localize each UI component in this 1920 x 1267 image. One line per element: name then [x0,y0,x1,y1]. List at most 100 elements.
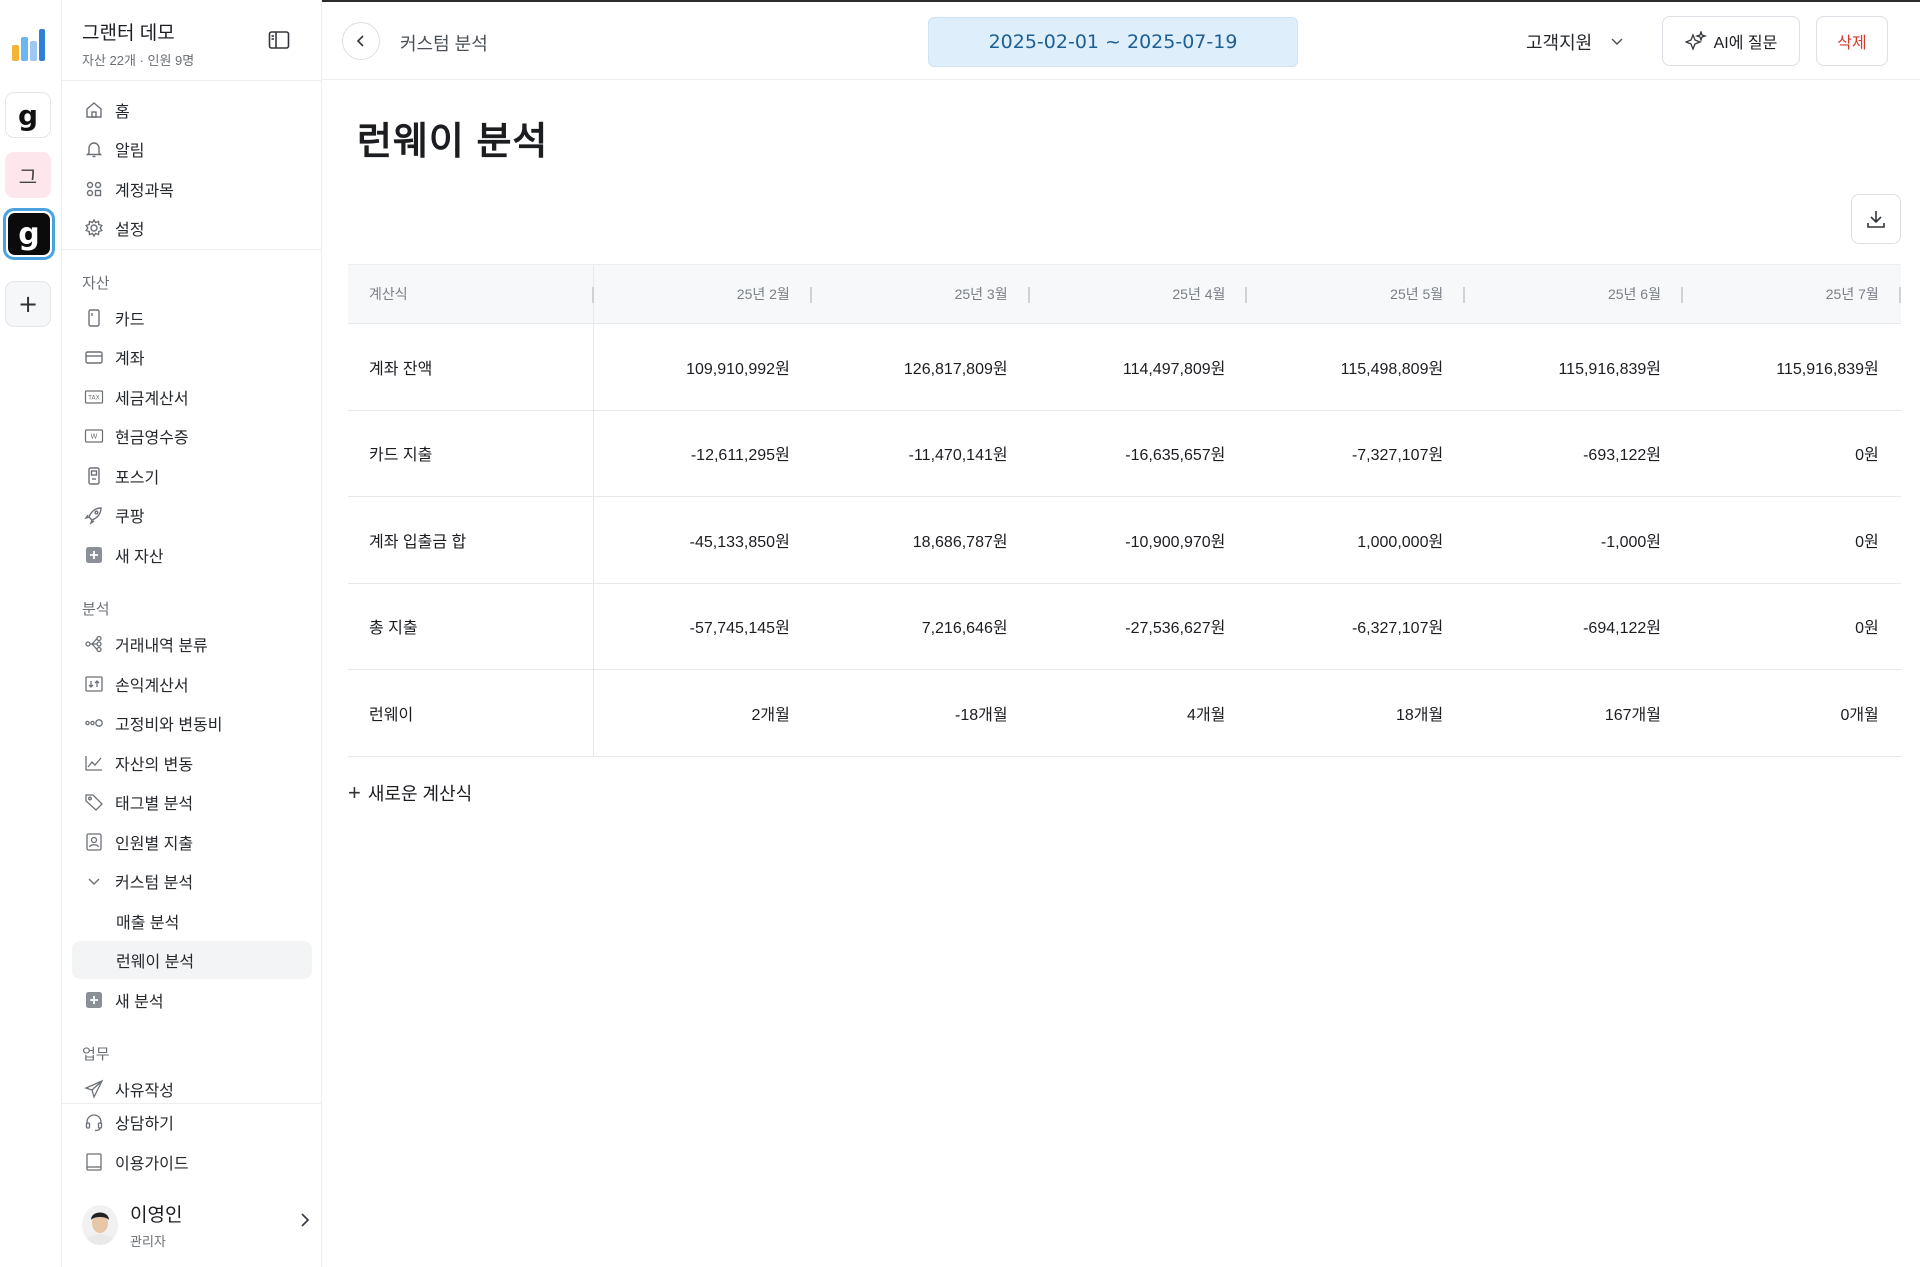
row-label[interactable]: 계좌 잔액 [348,324,594,410]
table-cell: 114,497,809원 [1122,360,1226,378]
sidebar-item-label: 매출 분석 [116,915,180,932]
tag-icon [83,791,105,813]
sidebar-item-label: 고정비와 변동비 [115,717,223,734]
sidebar-item-pnl[interactable]: 손익계산서 [72,665,312,703]
sidebar-item-settings[interactable]: 설정 [72,209,312,247]
table-cell: -694,122원 [1583,620,1661,638]
sidebar-item-new-analysis[interactable]: 새 분석 [72,981,312,1019]
sidebar-item-new-asset[interactable]: 새 자산 [72,536,312,574]
column-header[interactable]: 25년 7월 [1683,265,1901,323]
table-row[interactable]: 계좌 입출금 합 -45,133,850원 18,686,787원 -10,90… [348,497,1901,584]
table-row[interactable]: 총 지출 -57,745,145원 7,216,646원 -27,536,627… [348,583,1901,670]
bar-chart-logo-icon[interactable] [5,22,51,68]
workspace-g-active[interactable]: g [3,208,55,260]
table-cell: 0원 [1855,533,1879,551]
sidebar-item-sales-analysis[interactable]: 매출 분석 [72,902,312,940]
plus-square-icon [83,544,105,566]
table-row[interactable]: 계좌 잔액 109,910,992원 126,817,809원 114,497,… [348,324,1901,411]
table-cell: 115,916,839원 [1558,360,1661,378]
department-select-value: 고객지원 [1526,33,1593,53]
org-header[interactable]: 그랜터 데모 자산 22개 · 인원 9명 [82,18,194,69]
table-cell: -6,327,107원 [1351,620,1444,638]
table-row[interactable]: 런웨이 2개월 -18개월 4개월 18개월 167개월 0개월 [348,670,1901,757]
sidebar-item-account[interactable]: 계좌 [72,338,312,376]
sidebar-item-guide[interactable]: 이용가이드 [72,1143,312,1181]
column-header[interactable]: 25년 4월 [1030,265,1248,323]
sidebar-item-custom-analysis[interactable]: 커스텀 분석 [72,862,312,900]
sidebar-item-consult[interactable]: 상담하기 [72,1103,312,1141]
sidebar-item-pos[interactable]: 포스기 [72,457,312,495]
section-label-assets: 자산 [82,275,110,292]
sidebar-item-coupang[interactable]: 쿠팡 [72,496,312,534]
home-icon [83,99,105,121]
table-row[interactable]: 카드 지출 -12,611,295원 -11,470,141원 -16,635,… [348,410,1901,497]
sidebar-item-home[interactable]: 홈 [72,91,312,129]
table-cell: 18개월 [1395,706,1444,724]
sidebar-item-card[interactable]: 카드 [72,299,312,337]
ask-ai-button[interactable]: AI에 질문 [1662,16,1800,66]
column-header-label: 계산식 [369,286,408,302]
sidebar-item-label: 세금계산서 [115,391,189,408]
sidebar-item-label: 계좌 [115,351,145,368]
bell-icon [83,138,105,160]
sidebar-item-label: 이용가이드 [115,1156,189,1173]
workspace-g-white[interactable]: g [5,92,51,138]
column-header[interactable]: 25년 6월 [1465,265,1683,323]
column-header[interactable]: 25년 2월 [594,265,812,323]
sidebar-item-runway-analysis[interactable]: 런웨이 분석 [72,941,312,979]
add-formula-button[interactable]: + 새로운 계산식 [348,780,472,806]
department-select[interactable]: 고객지원 [1526,29,1624,55]
sidebar-item-label: 카드 [115,312,145,329]
table-cell: -693,122원 [1583,447,1661,465]
add-workspace-button[interactable]: + [5,281,51,327]
column-header[interactable]: 25년 5월 [1247,265,1466,323]
section-label-work: 업무 [82,1046,110,1063]
column-resize-handle[interactable] [1898,287,1901,303]
sidebar-item-per-person[interactable]: 인원별 지출 [72,823,312,861]
column-header[interactable]: 25년 3월 [812,265,1030,323]
sidebar-item-accounts[interactable]: 계정과목 [72,170,312,208]
svg-text:TAX: TAX [87,395,99,402]
row-label[interactable]: 카드 지출 [348,410,594,496]
download-button[interactable] [1851,194,1901,244]
person-icon [83,831,105,853]
fixed-variable-icon [83,712,105,734]
sidebar-item-classify[interactable]: 거래내역 분류 [72,625,312,663]
sidebar-item-label: 포스기 [115,470,160,487]
table-cell: 109,910,992원 [686,360,790,378]
sidebar-item-fixed-variable[interactable]: 고정비와 변동비 [72,704,312,742]
sidebar-item-asset-trend[interactable]: 자산의 변동 [72,744,312,782]
table-cell: 167개월 [1604,706,1661,724]
date-range-picker[interactable]: 2025-02-01 ~ 2025-07-19 [928,17,1298,67]
row-label[interactable]: 런웨이 [348,670,594,756]
table-cell: -11,470,141원 [908,447,1008,465]
sidebar-item-label: 상담하기 [115,1116,174,1133]
back-button[interactable] [342,22,380,60]
sidebar-item-notifications[interactable]: 알림 [72,130,312,168]
user-profile[interactable]: 이영인 관리자 [82,1200,312,1250]
row-label[interactable]: 계좌 입출금 합 [348,497,594,583]
table-cell: -10,900,970원 [1125,533,1226,551]
sidebar-item-tax-invoice[interactable]: TAX 세금계산서 [72,378,312,416]
delete-button[interactable]: 삭제 [1816,16,1888,66]
row-label[interactable]: 총 지출 [348,583,594,669]
sidebar-item-label: 런웨이 분석 [116,954,195,971]
runway-table: 계산식 25년 2월 25년 3월 25년 4월 25년 5월 25년 6월 2… [348,264,1901,757]
sidebar-item-tag-analysis[interactable]: 태그별 분석 [72,783,312,821]
chevron-left-icon [356,35,364,47]
sidebar-item-cash-receipt[interactable]: W 현금영수증 [72,417,312,455]
user-role: 관리자 [130,1234,166,1249]
user-name: 이영인 [130,1205,183,1226]
table-cell: 4개월 [1187,706,1226,724]
org-summary: 자산 22개 · 인원 9명 [82,53,195,68]
sidebar-item-label: 새 자산 [115,549,164,566]
send-icon [83,1078,105,1100]
workspace-granter-pink[interactable]: 그 [5,152,51,198]
headset-icon [83,1111,105,1133]
table-cell: 0개월 [1840,706,1879,724]
sidebar-toggle-icon[interactable] [268,30,290,50]
classify-icon [83,633,105,655]
plus-icon: + [348,780,361,805]
chevron-right-icon[interactable] [298,1212,312,1233]
table-cell: -57,745,145원 [689,620,790,638]
